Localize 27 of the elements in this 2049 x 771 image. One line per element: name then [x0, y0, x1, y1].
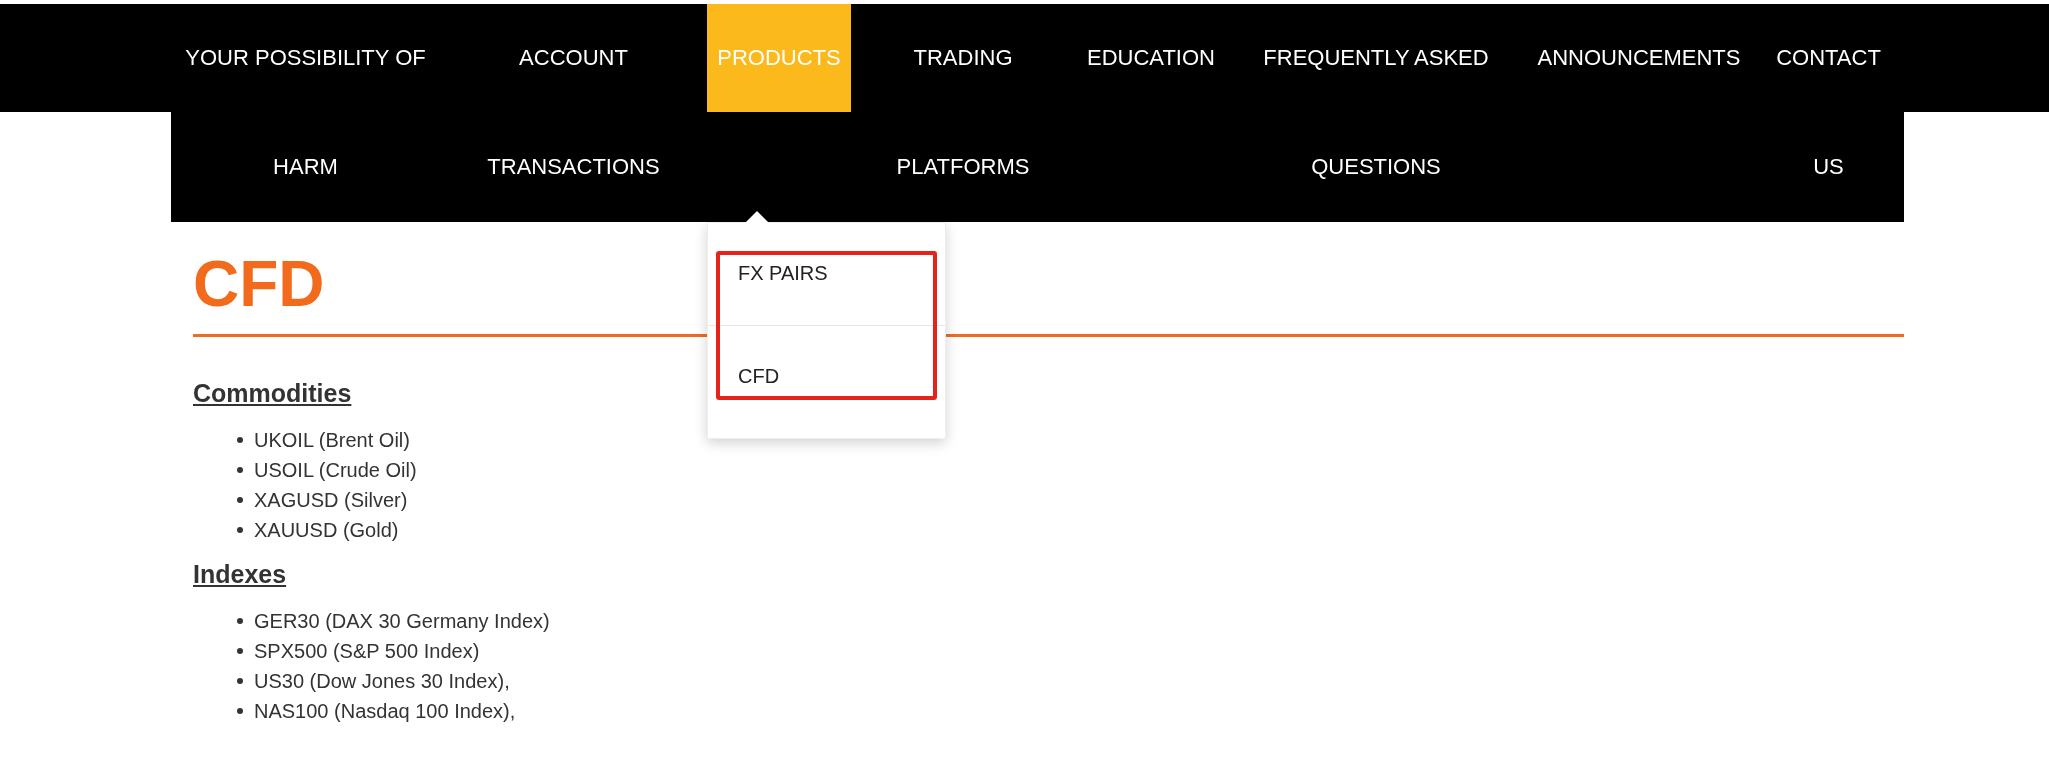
list-item: GER30 (DAX 30 Germany Index) — [254, 609, 550, 633]
list-item: NAS100 (Nasdaq 100 Index), — [254, 699, 516, 723]
list-item: XAGUSD (Silver) — [254, 488, 408, 512]
nav-link[interactable]: FREQUENTLY ASKED QUESTIONS — [1227, 4, 1525, 222]
bullet-icon — [237, 527, 243, 533]
section-heading: Indexes — [193, 559, 287, 589]
nav-link[interactable]: ANNOUNCEMENTS — [1525, 4, 1753, 112]
nav-link[interactable]: TRADING PLATFORMS — [851, 4, 1075, 222]
list-item: USOIL (Crude Oil) — [254, 458, 417, 482]
nav-link[interactable]: CONTACT US — [1753, 4, 1904, 222]
bullet-icon — [237, 678, 243, 684]
bullet-icon — [237, 497, 243, 503]
bullet-icon — [237, 467, 243, 473]
nav-link[interactable]: YOUR POSSIBILITY OF HARM — [171, 4, 440, 222]
list-item: XAUUSD (Gold) — [254, 518, 399, 542]
list-item: UKOIL (Brent Oil) — [254, 428, 410, 452]
list-item: US30 (Dow Jones 30 Index), — [254, 669, 510, 693]
bullet-icon — [237, 618, 243, 624]
bullet-icon — [237, 437, 243, 443]
bullet-icon — [237, 708, 243, 714]
menu-item[interactable]: CFD — [708, 326, 945, 428]
menu-item[interactable]: FX PAIRS — [708, 223, 945, 326]
bullet-icon — [237, 648, 243, 654]
section-heading: Commodities — [193, 378, 352, 408]
list-item: SPX500 (S&P 500 Index) — [254, 639, 480, 663]
nav-link[interactable]: ACCOUNT TRANSACTIONS — [440, 4, 707, 222]
nav-link[interactable]: EDUCATION — [1075, 4, 1227, 112]
